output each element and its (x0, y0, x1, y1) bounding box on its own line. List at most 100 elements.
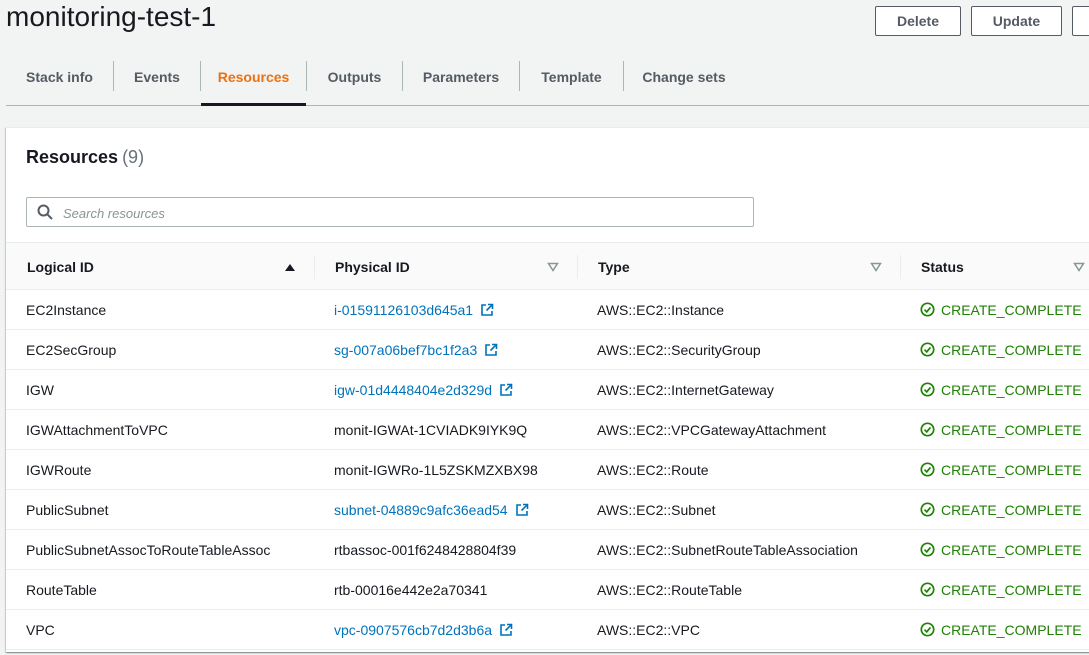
physical-id-link[interactable]: igw-01d4448404e2d329d (334, 382, 513, 398)
sort-ascending-icon[interactable] (284, 261, 296, 273)
logical-id-text: RouteTable (26, 581, 97, 598)
tab-outputs[interactable]: Outputs (307, 48, 402, 105)
table-row: IGWRoute monit-IGWRo-1L5ZSKMZXBX98 AWS::… (6, 450, 1089, 490)
logical-id-text: PublicSubnet (26, 501, 109, 518)
status-badge: CREATE_COMPLETE (920, 382, 1082, 398)
tab-parameters[interactable]: Parameters (403, 48, 519, 105)
logical-id-cell: RouteTable (26, 570, 97, 609)
external-link-icon (485, 343, 498, 356)
physical-id-link[interactable]: sg-007a06bef7bc1f2a3 (334, 342, 498, 358)
logical-id-text: IGWAttachmentToVPC (26, 421, 168, 438)
type-text: AWS::EC2::VPC (597, 621, 700, 638)
column-divider (900, 255, 901, 279)
sort-icon[interactable] (870, 261, 882, 273)
column-divider (577, 255, 578, 279)
status-text: CREATE_COMPLETE (941, 581, 1082, 598)
update-button[interactable]: Update (971, 6, 1062, 36)
table-row: IGWAttachmentToVPC monit-IGWAt-1CVIADK9I… (6, 410, 1089, 450)
type-cell: AWS::EC2::Subnet (597, 490, 716, 529)
status-badge: CREATE_COMPLETE (920, 342, 1082, 358)
type-cell: AWS::EC2::VPCGatewayAttachment (597, 410, 826, 449)
check-circle-icon (920, 302, 935, 317)
column-divider (314, 255, 315, 279)
status-cell: CREATE_COMPLETE (920, 410, 1082, 449)
check-circle-icon (920, 342, 935, 357)
logical-id-text: EC2SecGroup (26, 341, 117, 358)
type-text: AWS::EC2::VPCGatewayAttachment (597, 421, 827, 438)
physical-id-link[interactable]: subnet-04889c9afc36ead54 (334, 502, 529, 518)
check-circle-icon (920, 502, 935, 517)
logical-id-text: IGWRoute (26, 461, 92, 478)
type-text: AWS::EC2::SecurityGroup (597, 341, 761, 358)
physical-id-cell: monit-IGWAt-1CVIADK9IYK9Q (334, 410, 527, 449)
physical-id-text: vpc-0907576cb7d2d3b6a (334, 621, 493, 638)
sort-icon[interactable] (1073, 261, 1085, 273)
physical-id-cell: rtb-00016e442e2a70341 (334, 570, 487, 609)
check-circle-icon (920, 582, 935, 597)
physical-id-cell: rtbassoc-001f6248428804f39 (334, 530, 516, 569)
physical-id-cell: subnet-04889c9afc36ead54 (334, 490, 529, 529)
physical-id-cell: i-01591126103d645a1 (334, 290, 494, 329)
more-actions-button[interactable] (1072, 6, 1089, 36)
logical-id-text: PublicSubnetAssocToRouteTableAssoc (26, 541, 271, 558)
type-cell: AWS::EC2::Route (597, 450, 709, 489)
type-text: AWS::EC2::SubnetRouteTableAssociation (597, 541, 858, 558)
physical-id-link[interactable]: i-01591126103d645a1 (334, 302, 494, 318)
status-badge: CREATE_COMPLETE (920, 302, 1082, 318)
status-badge: CREATE_COMPLETE (920, 502, 1082, 518)
logical-id-cell: IGWAttachmentToVPC (26, 410, 168, 449)
physical-id-text: i-01591126103d645a1 (334, 301, 474, 318)
status-cell: CREATE_COMPLETE (920, 450, 1082, 489)
physical-id-text: monit-IGWRo-1L5ZSKMZXBX98 (334, 461, 538, 478)
type-cell: AWS::EC2::VPC (597, 610, 700, 649)
type-text: AWS::EC2::Route (597, 461, 709, 478)
status-text: CREATE_COMPLETE (941, 421, 1082, 438)
physical-id-cell: sg-007a06bef7bc1f2a3 (334, 330, 498, 369)
status-cell: CREATE_COMPLETE (920, 330, 1082, 369)
tab-stack-info[interactable]: Stack info (6, 48, 113, 105)
status-cell: CREATE_COMPLETE (920, 290, 1082, 329)
search-input[interactable] (61, 200, 745, 226)
column-header-type[interactable]: Type (598, 243, 630, 290)
type-text: AWS::EC2::Instance (597, 301, 725, 318)
resources-heading: Resources (9) (26, 147, 144, 168)
check-circle-icon (920, 542, 935, 557)
search-box[interactable] (26, 197, 754, 227)
status-cell: CREATE_COMPLETE (920, 370, 1082, 409)
external-link-icon (500, 623, 513, 636)
tab-template[interactable]: Template (520, 48, 623, 105)
delete-button[interactable]: Delete (875, 6, 961, 36)
logical-id-cell: PublicSubnet (26, 490, 109, 529)
sort-icon[interactable] (547, 261, 559, 273)
status-text: CREATE_COMPLETE (941, 541, 1082, 558)
type-text: AWS::EC2::InternetGateway (597, 381, 774, 398)
table-row: VPC vpc-0907576cb7d2d3b6a AWS::EC2::VPC … (6, 610, 1089, 650)
status-badge: CREATE_COMPLETE (920, 422, 1082, 438)
status-text: CREATE_COMPLETE (941, 461, 1082, 478)
type-cell: AWS::EC2::RouteTable (597, 570, 742, 609)
tab-events[interactable]: Events (114, 48, 200, 105)
column-header-logical-id[interactable]: Logical ID (27, 243, 94, 290)
status-text: CREATE_COMPLETE (941, 621, 1082, 638)
logical-id-cell: IGW (26, 370, 54, 409)
status-badge: CREATE_COMPLETE (920, 582, 1082, 598)
physical-id-cell: monit-IGWRo-1L5ZSKMZXBX98 (334, 450, 538, 489)
external-link-icon (500, 383, 513, 396)
tab-change-sets[interactable]: Change sets (624, 48, 744, 105)
physical-id-link[interactable]: vpc-0907576cb7d2d3b6a (334, 622, 513, 638)
status-cell: CREATE_COMPLETE (920, 570, 1082, 609)
check-circle-icon (920, 422, 935, 437)
status-badge: CREATE_COMPLETE (920, 622, 1082, 638)
status-badge: CREATE_COMPLETE (920, 542, 1082, 558)
tab-resources[interactable]: Resources (201, 48, 306, 106)
table-row: PublicSubnet subnet-04889c9afc36ead54 AW… (6, 490, 1089, 530)
page-title: monitoring-test-1 (6, 1, 217, 32)
column-header-status[interactable]: Status (921, 243, 964, 290)
logical-id-cell: VPC (26, 610, 55, 649)
logical-id-cell: IGWRoute (26, 450, 91, 489)
table-header: Logical ID Physical ID Type Status (6, 242, 1089, 290)
physical-id-text: sg-007a06bef7bc1f2a3 (334, 341, 478, 358)
status-text: CREATE_COMPLETE (941, 501, 1082, 518)
column-header-physical-id[interactable]: Physical ID (335, 243, 410, 290)
logical-id-text: IGW (26, 381, 54, 398)
